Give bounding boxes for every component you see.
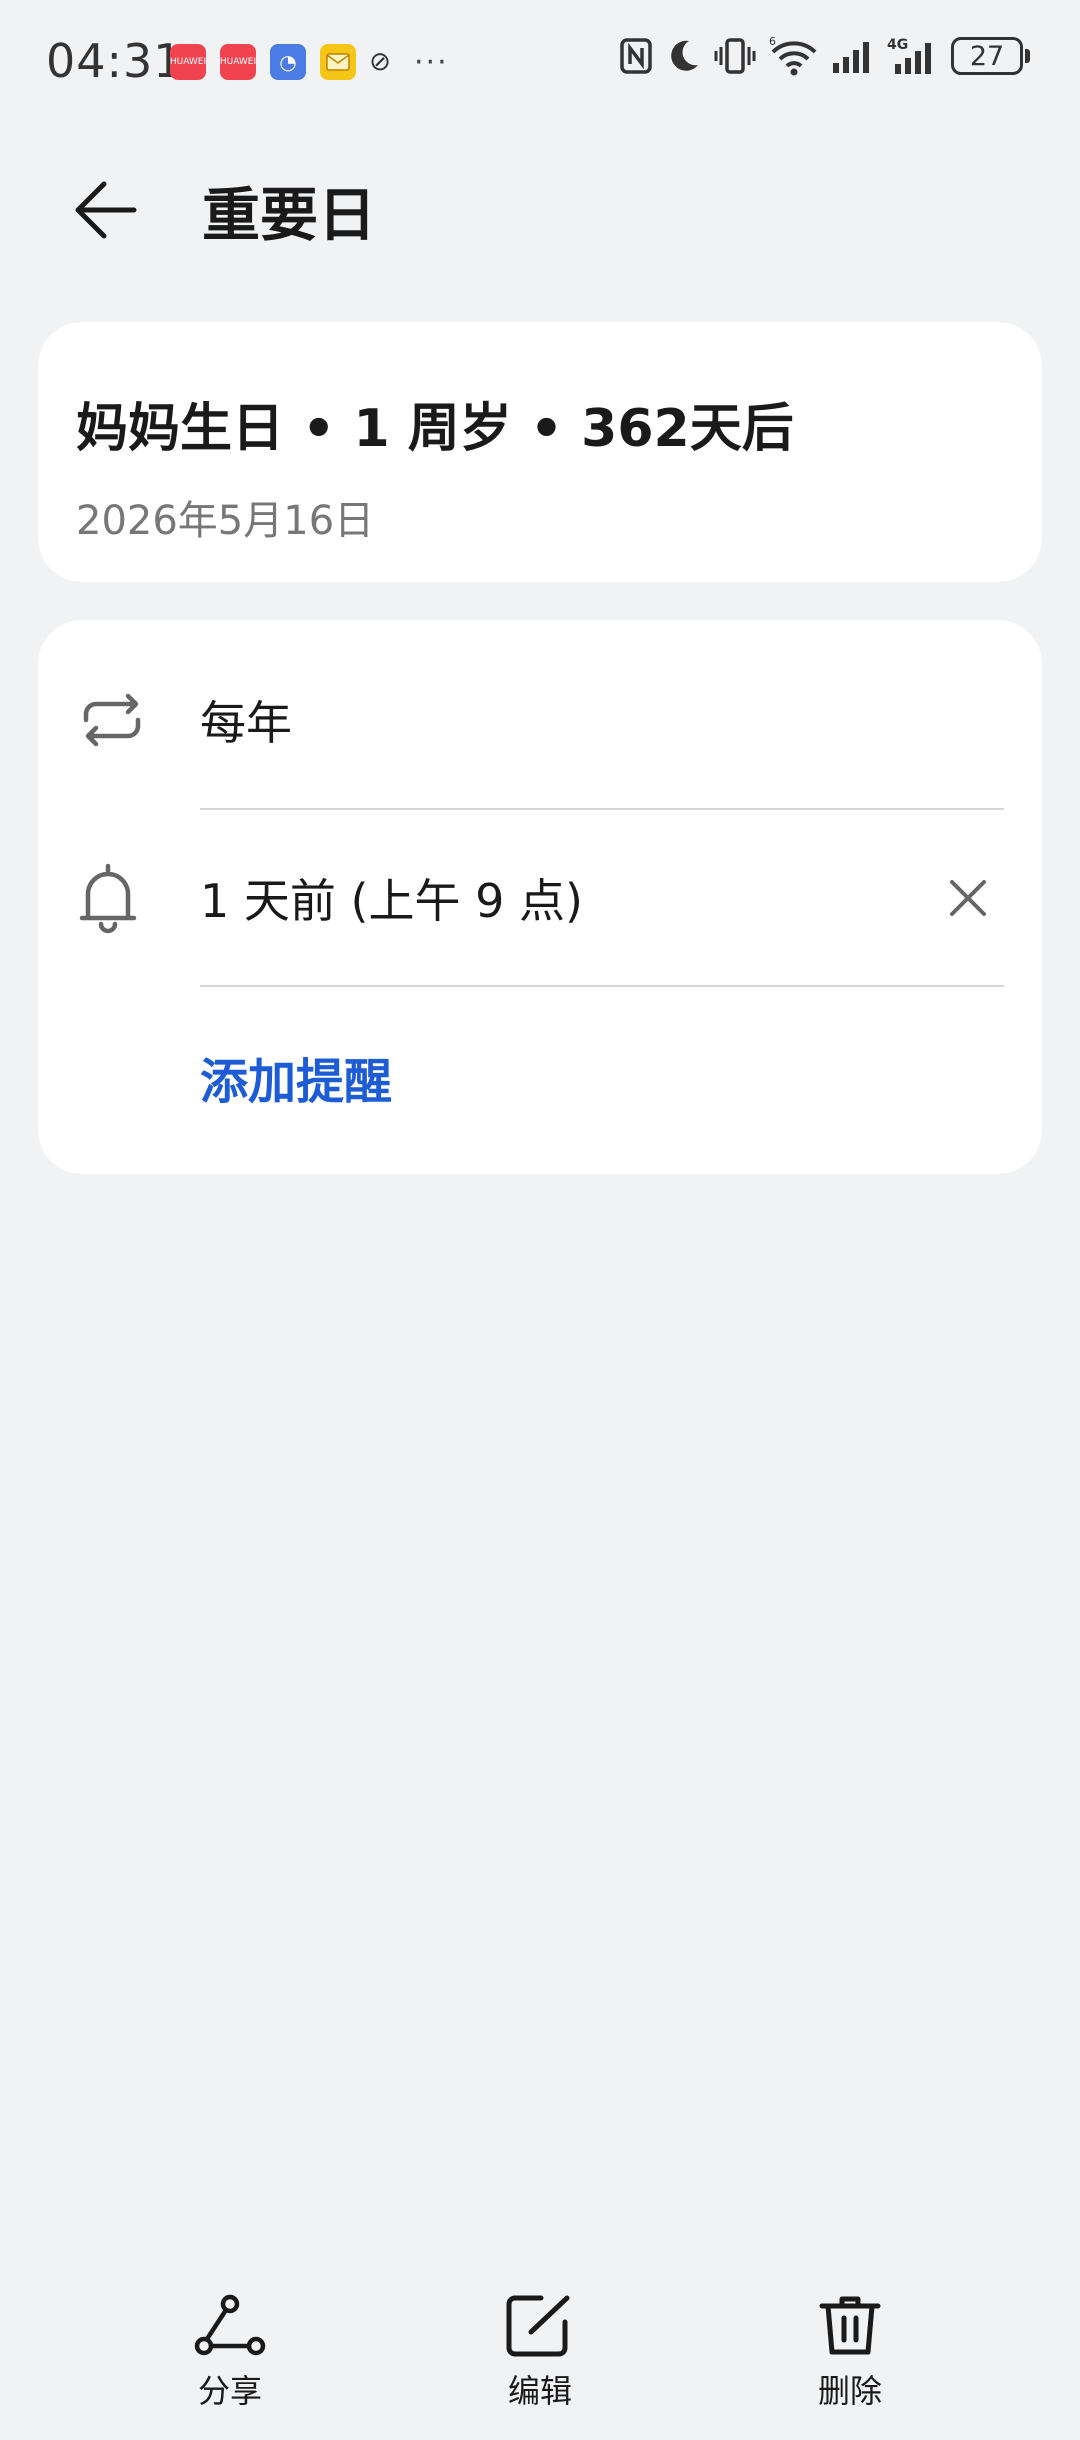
battery-level: 27 xyxy=(969,40,1005,72)
event-card: 妈妈生日 • 1 周岁 • 362天后 2026年5月16日 xyxy=(38,322,1042,582)
bell-icon xyxy=(79,863,137,934)
repeat-row[interactable]: 每年 xyxy=(38,632,1042,808)
edit-button[interactable]: 编辑 xyxy=(460,2294,620,2412)
delete-label: 删除 xyxy=(817,2372,882,2410)
repeat-icon xyxy=(83,693,141,747)
browser-icon: ◔ xyxy=(270,44,306,80)
share-button[interactable]: 分享 xyxy=(150,2294,310,2412)
divider xyxy=(200,985,1004,987)
back-button[interactable] xyxy=(70,170,160,250)
signal-icon xyxy=(833,42,869,73)
share-label: 分享 xyxy=(197,2372,262,2410)
reminder-label: 1 天前 (上午 9 点) xyxy=(200,874,583,928)
wifi-icon: 6 xyxy=(769,36,817,76)
svg-text:6: 6 xyxy=(769,36,776,48)
email-icon xyxy=(320,44,356,80)
event-title: 妈妈生日 • 1 周岁 • 362天后 xyxy=(76,399,794,459)
more-notifications-icon: ··· xyxy=(414,44,449,80)
huawei-appgallery-icon: HUAWEI xyxy=(170,44,206,80)
battery-icon: 27 xyxy=(951,37,1030,75)
notification-icons: HUAWEI HUAWEI ◔ ⊘ ··· xyxy=(170,44,449,80)
link-icon: ⊘ xyxy=(369,47,391,77)
delete-button[interactable]: 删除 xyxy=(770,2294,930,2412)
nfc-icon xyxy=(620,38,652,74)
edit-label: 编辑 xyxy=(507,2372,572,2410)
trash-icon xyxy=(819,2296,881,2355)
page-title: 重要日 xyxy=(202,181,377,249)
repeat-label: 每年 xyxy=(200,696,292,750)
event-date: 2026年5月16日 xyxy=(76,498,375,544)
add-reminder-link[interactable]: 添加提醒 xyxy=(200,1042,392,1112)
page: 04:31 HUAWEI HUAWEI ◔ ⊘ ··· 6 4G 27 重要日 … xyxy=(0,0,1080,2440)
bottom-action-bar: 分享 编辑 删除 xyxy=(0,2280,1080,2440)
svg-text:4G: 4G xyxy=(887,37,908,53)
arrow-left-icon xyxy=(75,181,137,239)
signal-4g-icon: 4G xyxy=(887,37,931,74)
status-time: 04:31 xyxy=(46,34,184,88)
remove-reminder-button[interactable] xyxy=(940,870,996,926)
edit-icon xyxy=(506,2295,570,2357)
status-bar: 04:31 HUAWEI HUAWEI ◔ ⊘ ··· 6 4G 27 xyxy=(0,0,1080,120)
system-icons: 6 4G 27 xyxy=(607,36,1030,76)
share-icon xyxy=(194,2294,266,2356)
vibrate-icon xyxy=(714,38,756,74)
detail-card: 每年 1 天前 (上午 9 点) 添加提醒 xyxy=(38,620,1042,1174)
huawei-appgallery-icon: HUAWEI xyxy=(220,44,256,80)
close-icon xyxy=(950,880,986,916)
reminder-row[interactable]: 1 天前 (上午 9 点) xyxy=(38,810,1042,986)
moon-icon xyxy=(671,40,698,71)
